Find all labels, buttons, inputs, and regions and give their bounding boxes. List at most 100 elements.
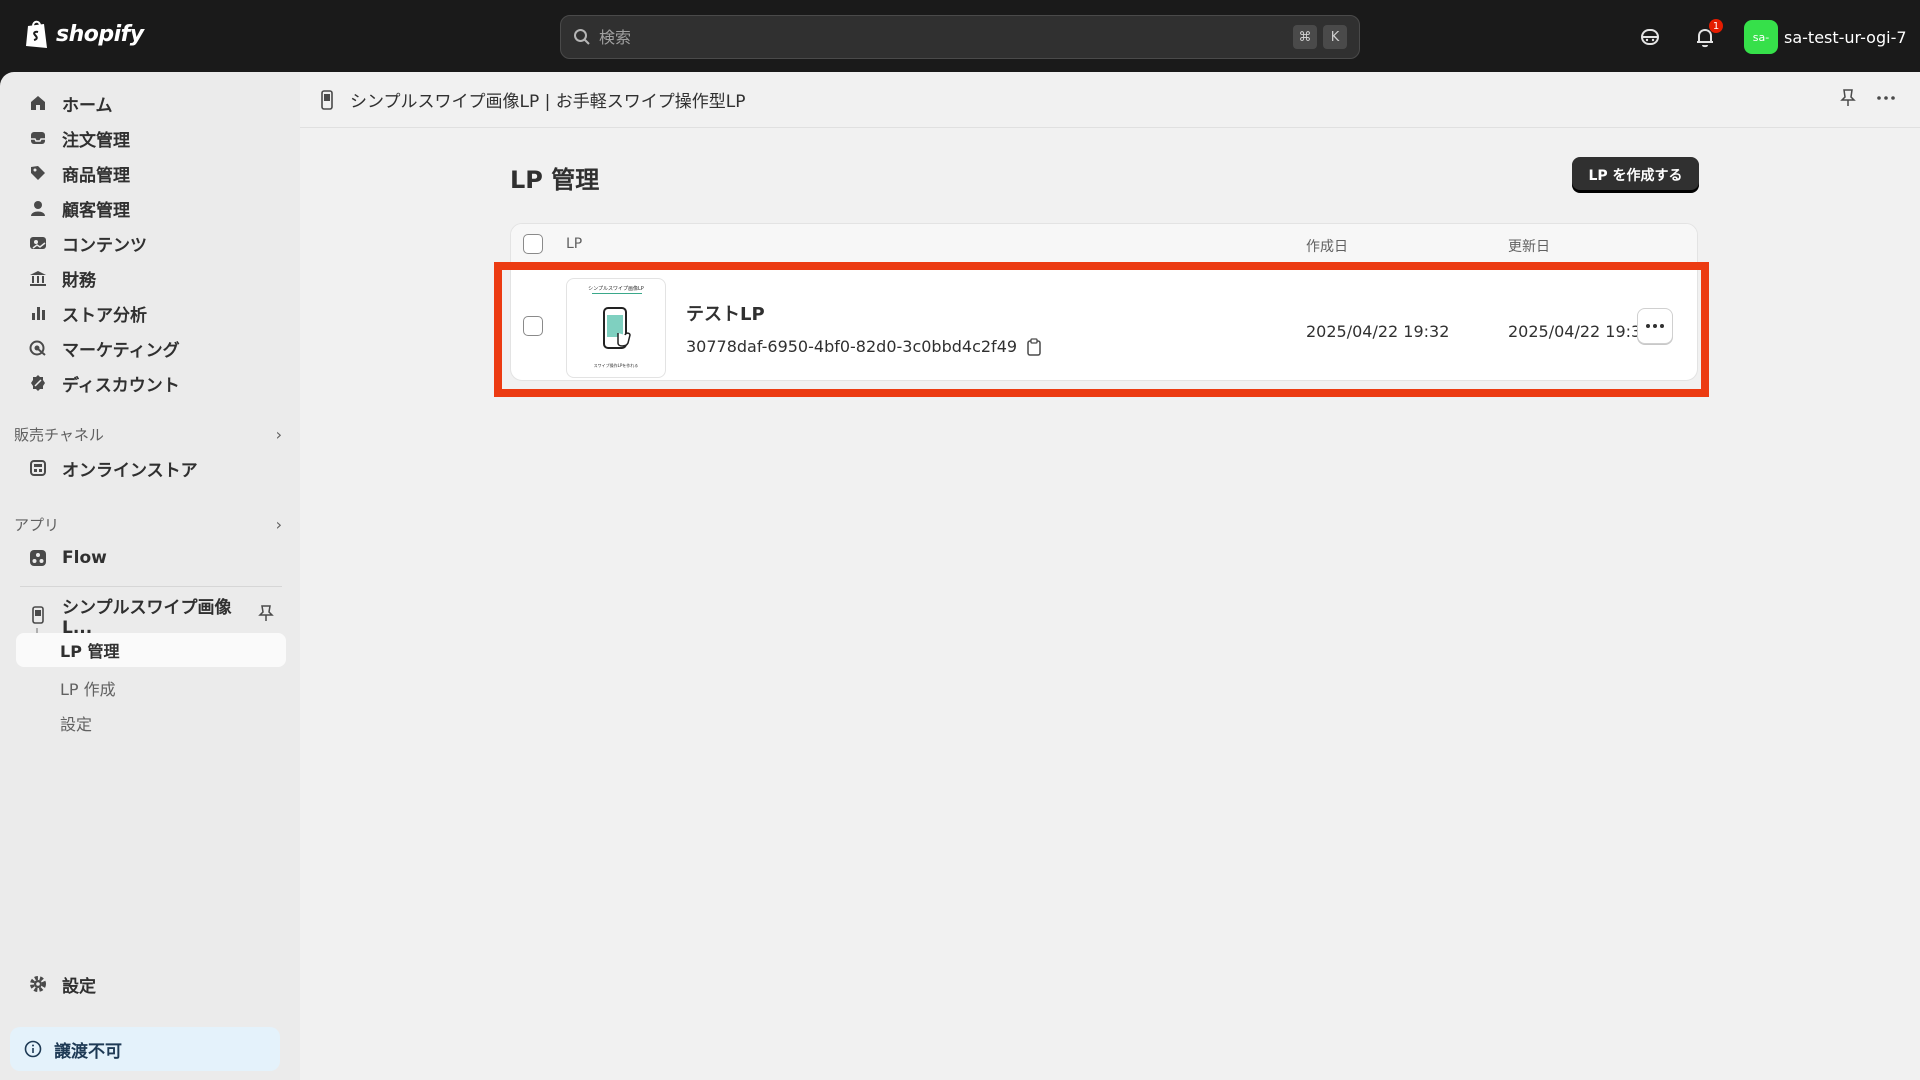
clipboard-icon[interactable] [1027, 337, 1041, 356]
thumb-underline [592, 293, 642, 294]
table-row[interactable]: シンプルスワイプ画像LP スワイプ操作LPを作れる テストLP 30778daf… [511, 264, 1697, 380]
inbox-icon [28, 128, 48, 148]
sidebar-item-label: オンラインストア [62, 460, 198, 481]
updated-date: 2025/04/22 19:32 [1508, 322, 1652, 341]
shopify-logo[interactable]: shopify [24, 18, 144, 50]
table-header: LP 作成日 更新日 [511, 224, 1697, 264]
sidebar: ホーム 注文管理 商品管理 顧客管理 コンテンツ 財務 ストア分析 マーケティン… [0, 72, 300, 1080]
info-icon [24, 1040, 42, 1058]
notification-badge: 1 [1709, 19, 1723, 33]
shopify-bag-icon [26, 20, 47, 48]
chevron-right-icon: › [275, 425, 282, 444]
top-bar: shopify ⌘ K 1 sa- sa-test-ur-ogi-7 [0, 0, 1920, 72]
sidebar-item-label: 設定 [62, 976, 96, 997]
sidekick-button[interactable] [1637, 24, 1663, 50]
sidebar-item-finance[interactable]: 財務 [16, 261, 286, 295]
search-icon [574, 29, 590, 45]
search-bar[interactable]: ⌘ K [560, 15, 1360, 59]
apps-section[interactable]: アプリ › [14, 514, 282, 535]
shortcut-k-key: K [1323, 25, 1347, 49]
column-header-updated: 更新日 [1508, 239, 1550, 255]
page-title: LP 管理 [510, 166, 600, 194]
row-actions-button[interactable] [1637, 308, 1673, 344]
flow-icon [28, 548, 48, 568]
sidebar-item-products[interactable]: 商品管理 [16, 156, 286, 190]
pin-icon[interactable] [1840, 88, 1856, 112]
more-options-icon[interactable] [1876, 88, 1896, 112]
notice-label: 譲渡不可 [54, 1041, 122, 1062]
thumb-caption: スワイプ操作LPを作れる [593, 363, 639, 368]
main-content: シンプルスワイプ画像LP | お手軽スワイプ操作型LP LP 管理 LP を作成… [300, 72, 1920, 1080]
lp-id: 30778daf-6950-4bf0-82d0-3c0bbd4c2f49 [686, 337, 1041, 356]
column-header-created: 作成日 [1306, 239, 1348, 255]
sidebar-item-settings[interactable]: 設定 [16, 967, 286, 1001]
tag-icon [28, 163, 48, 183]
divider [20, 586, 282, 587]
created-date: 2025/04/22 19:32 [1306, 322, 1450, 341]
lp-name[interactable]: テストLP [686, 300, 765, 326]
sidebar-item-home[interactable]: ホーム [16, 86, 286, 120]
sidebar-item-label: ディスカウント [62, 375, 180, 396]
section-title: アプリ [14, 516, 60, 534]
sidebar-sub-item-settings[interactable]: 設定 [60, 711, 92, 735]
sidebar-item-marketing[interactable]: マーケティング [16, 331, 286, 365]
section-title: 販売チャネル [14, 426, 104, 444]
bar-chart-icon [28, 303, 48, 323]
store-menu[interactable]: sa- sa-test-ur-ogi-7 [1744, 20, 1907, 54]
discount-icon [28, 373, 48, 393]
phone-app-icon [28, 605, 48, 625]
image-icon [28, 233, 48, 253]
thumb-title: シンプルスワイプ画像LP [588, 286, 644, 292]
non-transferable-notice[interactable]: 譲渡不可 [10, 1027, 280, 1071]
smartphone-icon [603, 307, 631, 349]
sidebar-item-discounts[interactable]: ディスカウント [16, 366, 286, 400]
sidebar-item-flow[interactable]: Flow [16, 541, 286, 575]
search-input[interactable] [599, 27, 1287, 47]
sidebar-sub-item-lp-create[interactable]: LP 作成 [60, 676, 116, 700]
select-all-checkbox[interactable] [523, 234, 543, 254]
lp-thumbnail: シンプルスワイプ画像LP スワイプ操作LPを作れる [566, 278, 666, 378]
sidebar-item-label: コンテンツ [62, 235, 147, 256]
sidebar-item-label: ストア分析 [62, 305, 147, 326]
sales-channels-section[interactable]: 販売チャネル › [14, 424, 282, 445]
sidebar-item-label: Flow [62, 548, 107, 568]
person-icon [28, 198, 48, 218]
sidebar-item-customers[interactable]: 顧客管理 [16, 191, 286, 225]
notifications-button[interactable]: 1 [1692, 19, 1723, 50]
gear-icon [28, 974, 48, 994]
sidebar-item-swipe-lp-app[interactable]: シンプルスワイプ画像L... [16, 598, 286, 638]
sidebar-item-label: 商品管理 [62, 165, 130, 186]
shortcut-cmd-key: ⌘ [1293, 25, 1317, 49]
store-name: sa-test-ur-ogi-7 [1784, 27, 1907, 47]
sidebar-item-label: 財務 [62, 270, 96, 291]
row-checkbox[interactable] [523, 316, 543, 336]
sidebar-item-label: 顧客管理 [62, 200, 130, 221]
more-options-icon [1646, 324, 1664, 328]
sidebar-item-label: シンプルスワイプ画像L... [62, 597, 232, 638]
sidebar-item-analytics[interactable]: ストア分析 [16, 296, 286, 330]
sidekick-icon [1641, 29, 1659, 45]
app-actions [1840, 88, 1896, 112]
avatar: sa- [1744, 20, 1778, 54]
sidebar-item-label: ホーム [62, 95, 113, 116]
column-header-lp: LP [566, 236, 583, 252]
lp-table: LP 作成日 更新日 シンプルスワイプ画像LP スワイプ操作LPを作れる テスト… [510, 223, 1698, 381]
sidebar-sub-item-lp-management[interactable]: LP 管理 [16, 633, 286, 667]
sidebar-item-orders[interactable]: 注文管理 [16, 121, 286, 155]
brand-name: shopify [56, 21, 144, 47]
sidebar-item-content[interactable]: コンテンツ [16, 226, 286, 260]
lp-id-text: 30778daf-6950-4bf0-82d0-3c0bbd4c2f49 [686, 337, 1018, 356]
chevron-right-icon: › [275, 515, 282, 534]
bank-icon [28, 268, 48, 288]
app-title: シンプルスワイプ画像LP | お手軽スワイプ操作型LP [350, 92, 746, 112]
app-title-bar: シンプルスワイプ画像LP | お手軽スワイプ操作型LP [300, 72, 1920, 128]
pin-icon[interactable] [258, 604, 274, 627]
target-icon [28, 338, 48, 358]
home-icon [28, 93, 48, 113]
create-lp-button[interactable]: LP を作成する [1572, 157, 1699, 192]
store-icon [28, 458, 48, 478]
sidebar-item-online-store[interactable]: オンラインストア [16, 451, 286, 485]
sidebar-item-label: 注文管理 [62, 130, 130, 151]
phone-app-icon [321, 89, 333, 110]
sidebar-item-label: マーケティング [62, 340, 180, 361]
